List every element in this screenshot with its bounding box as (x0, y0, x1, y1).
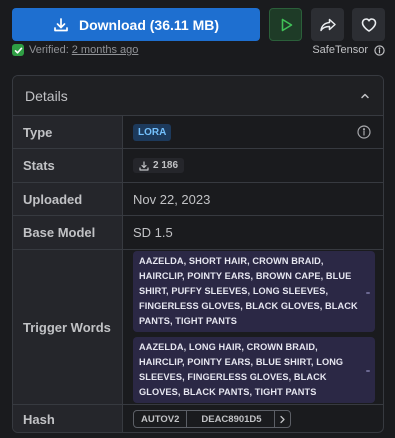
details-panel: Details Type LORA Stats 2 186 Uploaded N… (12, 75, 384, 433)
base-model-label: Base Model (13, 216, 123, 249)
info-icon[interactable] (374, 44, 385, 56)
row-type: Type LORA (13, 116, 383, 149)
trigger-word-chip[interactable]: AAZELDA, SHORT HAIR, CROWN BRAID, HAIRCL… (133, 251, 375, 332)
download-button[interactable]: Download (36.11 MB) (12, 8, 260, 41)
heart-icon (361, 17, 376, 32)
copy-icon[interactable] (366, 370, 370, 372)
like-button[interactable] (352, 8, 385, 41)
type-label: Type (13, 116, 123, 148)
stats-label: Stats (13, 149, 123, 182)
copy-icon[interactable] (366, 291, 370, 294)
downloads-stat: 2 186 (133, 158, 185, 173)
details-title: Details (25, 87, 68, 104)
file-format-label: SafeTensor (312, 44, 368, 56)
action-row: Download (36.11 MB) (12, 8, 385, 41)
download-label: Download (36.11 MB) (78, 16, 220, 33)
details-table: Type LORA Stats 2 186 Uploaded Nov 22, 2… (13, 116, 383, 432)
row-trigger-words: Trigger Words AAZELDA, SHORT HAIR, CROWN… (13, 250, 383, 405)
chevron-up-icon[interactable] (359, 90, 371, 102)
type-info-icon[interactable] (357, 125, 371, 139)
uploaded-value: Nov 22, 2023 (133, 191, 211, 207)
trigger-word-chip[interactable]: AAZELDA, LONG HAIR, CROWN BRAID, HAIRCLI… (133, 337, 375, 403)
stats-value: 2 186 (123, 149, 383, 182)
type-value: LORA (123, 116, 383, 148)
share-icon (319, 18, 336, 31)
trigger-word-text: AAZELDA, LONG HAIR, CROWN BRAID, HAIRCLI… (139, 342, 344, 397)
share-button[interactable] (311, 8, 344, 41)
verified-label: Verified: (29, 44, 69, 56)
hash-value: AUTOV2 DEAC8901D5 (123, 405, 383, 432)
trigger-words-list: AAZELDA, SHORT HAIR, CROWN BRAID, HAIRCL… (133, 245, 383, 409)
verified-check-icon (12, 44, 24, 56)
trigger-word-text: AAZELDA, SHORT HAIR, CROWN BRAID, HAIRCL… (139, 256, 358, 326)
verified-row: Verified: 2 months ago SafeTensor (12, 44, 385, 60)
chevron-right-icon[interactable] (275, 411, 290, 427)
trigger-words-value: AAZELDA, SHORT HAIR, CROWN BRAID, HAIRCL… (123, 250, 383, 404)
download-count-icon (139, 160, 149, 171)
hash-copy-value[interactable]: DEAC8901D5 (187, 411, 275, 427)
row-stats: Stats 2 186 (13, 149, 383, 183)
hash-group: AUTOV2 DEAC8901D5 (133, 410, 291, 428)
downloads-count: 2 186 (153, 160, 179, 171)
uploaded-label: Uploaded (13, 183, 123, 215)
play-icon (281, 18, 292, 31)
run-button[interactable] (269, 8, 302, 41)
verified-status: Verified: 2 months ago (12, 44, 138, 56)
download-icon (54, 17, 68, 31)
verified-time-link[interactable]: 2 months ago (72, 44, 139, 56)
trigger-words-label: Trigger Words (13, 250, 123, 404)
hash-label: Hash (13, 405, 123, 432)
type-badge: LORA (133, 123, 172, 141)
details-header[interactable]: Details (13, 76, 383, 116)
row-hash: Hash AUTOV2 DEAC8901D5 (13, 405, 383, 432)
file-format: SafeTensor (312, 44, 385, 56)
row-uploaded: Uploaded Nov 22, 2023 (13, 183, 383, 216)
hash-type-select[interactable]: AUTOV2 (134, 411, 188, 427)
